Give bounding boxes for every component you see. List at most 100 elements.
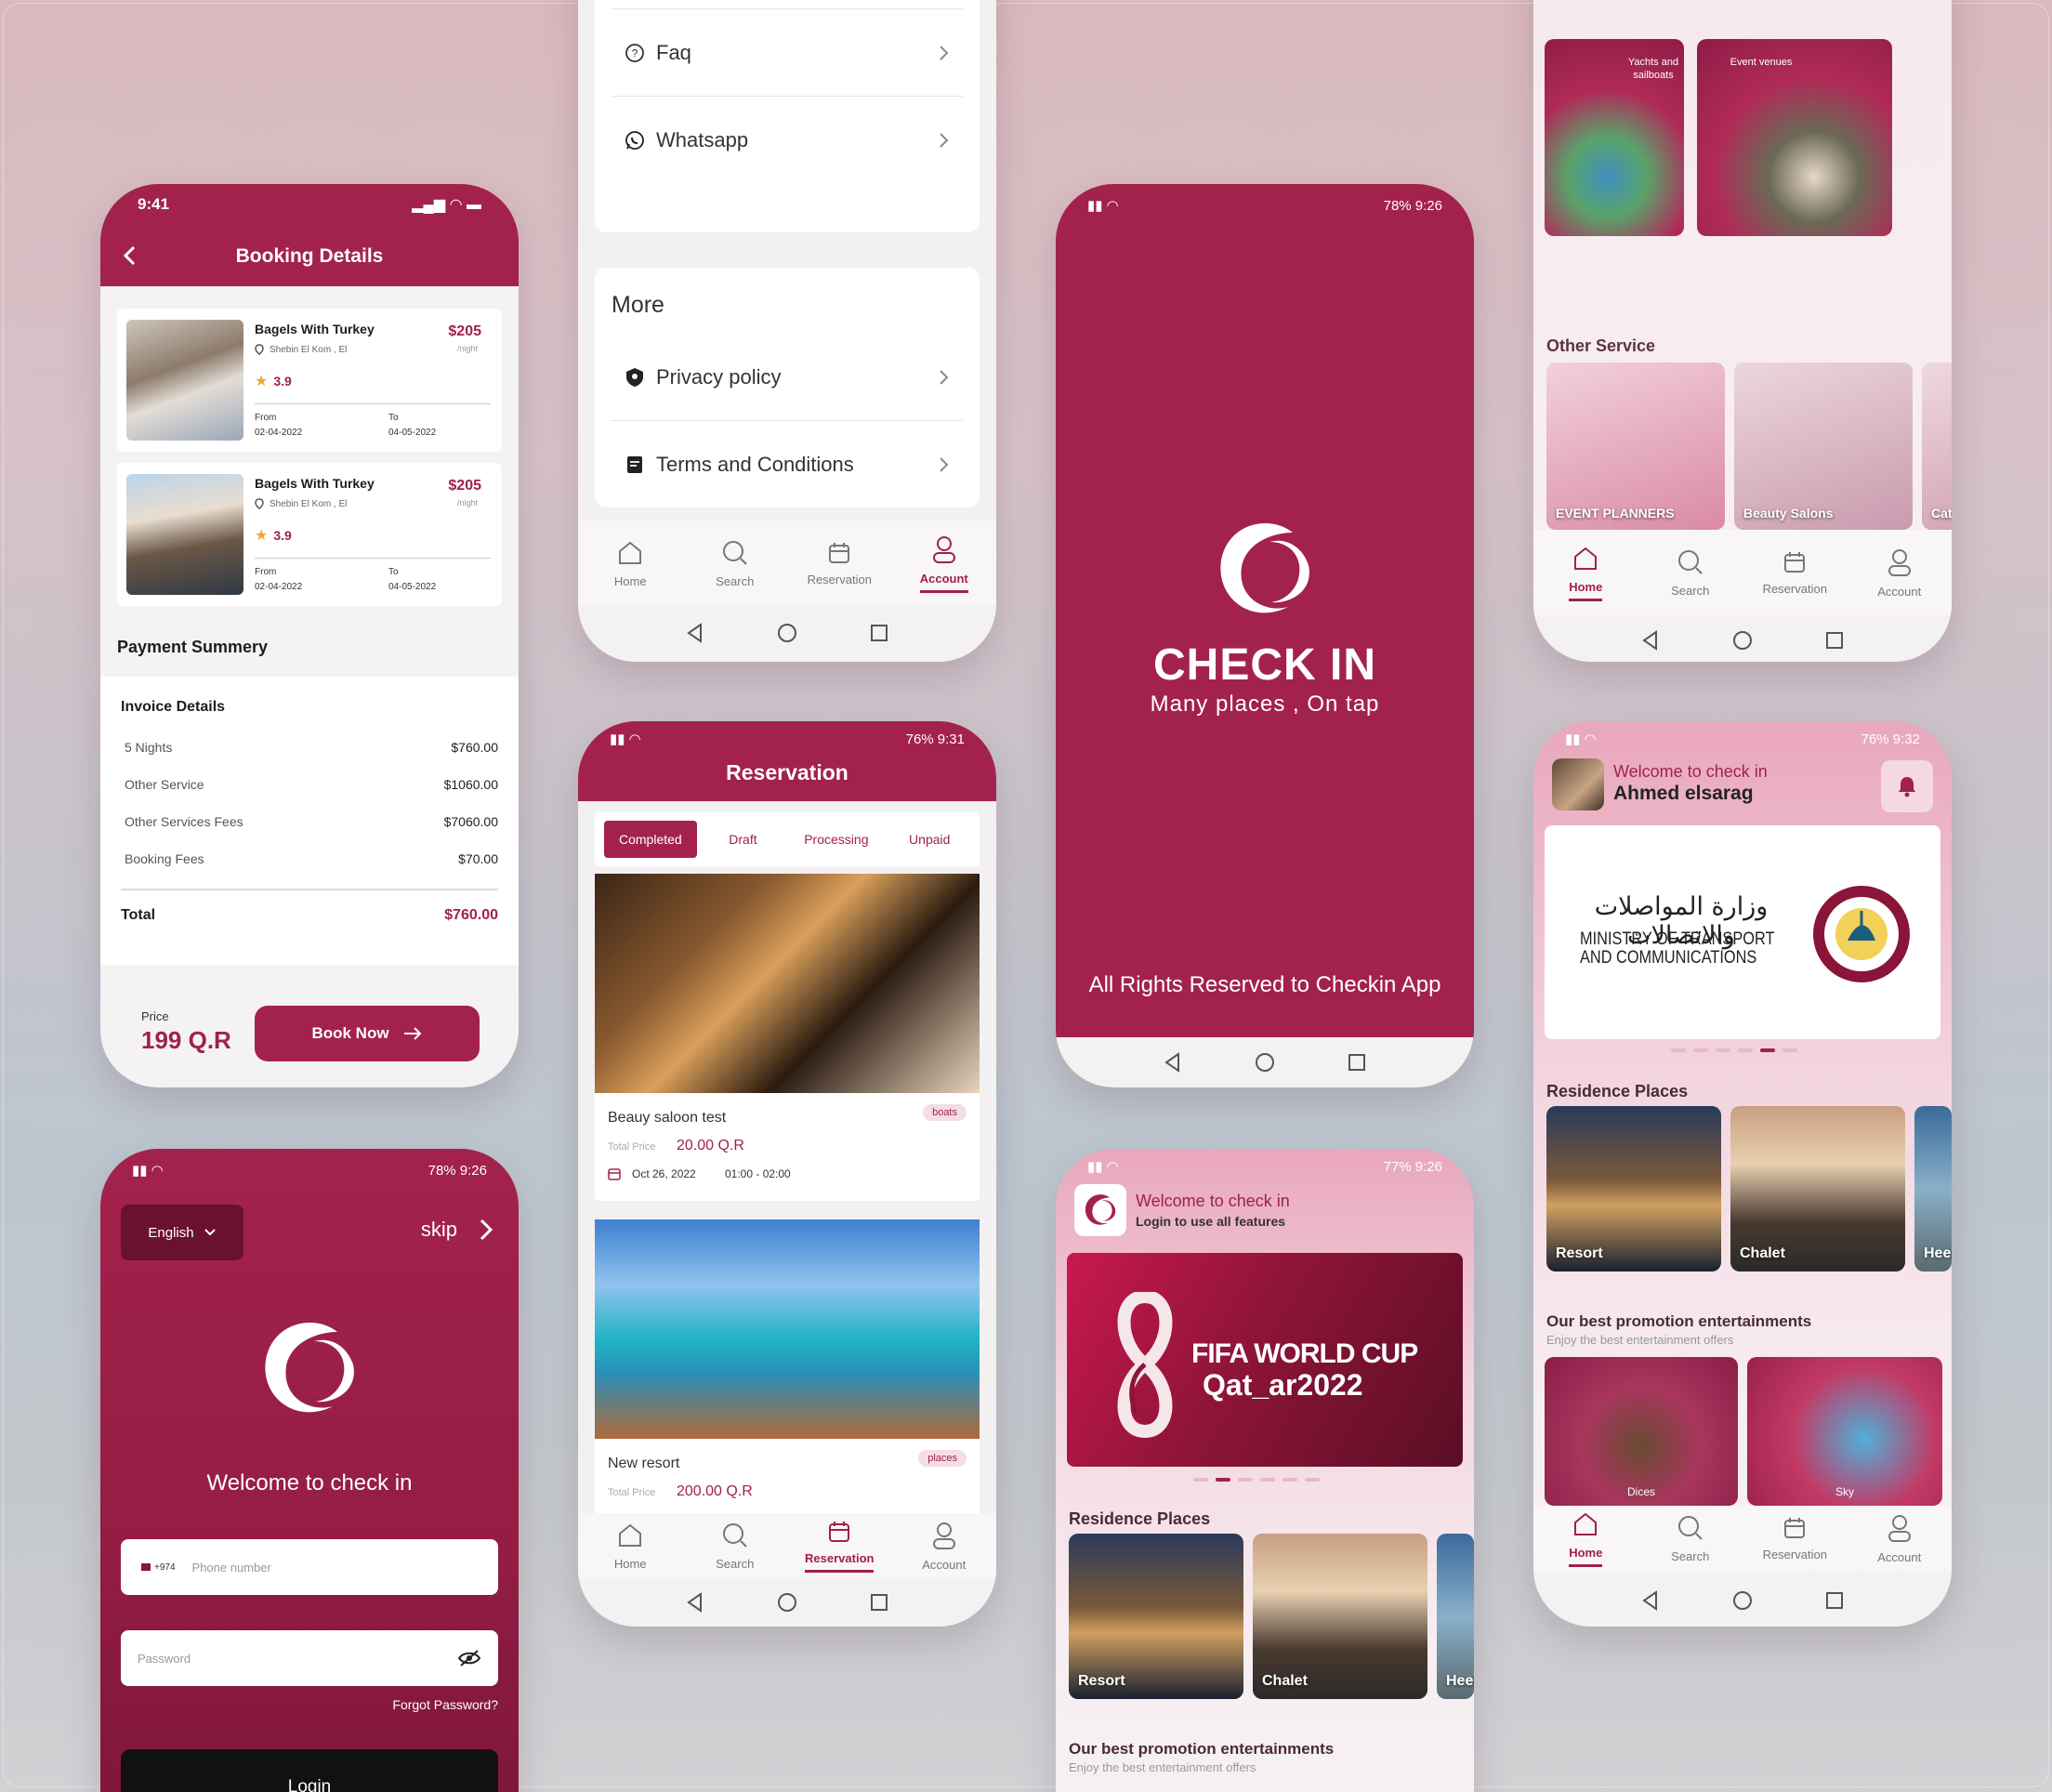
password-field[interactable]: Password [121,1630,498,1686]
notification-button[interactable] [1881,760,1933,812]
booking-price: $205 [448,478,481,494]
recents-nav-icon[interactable] [1825,631,1844,650]
tab-search[interactable]: Search [689,1522,782,1571]
search-icon [722,1522,747,1548]
eye-off-icon[interactable] [457,1649,481,1667]
tab-account[interactable]: Account [1853,1513,1946,1564]
tab-reservation[interactable]: Reservation [793,1520,886,1573]
filter-tabs: Completed Draft Processing Unpaid [595,812,980,866]
tab-account[interactable]: Account [1853,547,1946,599]
tab-search[interactable]: Search [689,539,782,588]
tab-home[interactable]: Home [584,1522,677,1571]
tab-reservation[interactable]: Reservation [793,541,886,586]
forgot-password-link[interactable]: Forgot Password? [392,1697,498,1712]
tab-label: Reservation [805,1551,875,1573]
home-nav-icon[interactable] [777,623,797,643]
promo-tile-label: Dices [1626,1485,1655,1498]
tab-search[interactable]: Search [1644,548,1737,598]
phone-field[interactable]: +974 Phone number [121,1539,498,1595]
filter-tab-unpaid[interactable]: Unpaid [888,821,970,858]
back-nav-icon[interactable] [1641,630,1660,651]
other-service-card[interactable]: EVENT PLANNERS [1546,362,1725,530]
ministry-banner[interactable]: وزارة المواصلات والاتصالات MINISTRY OF T… [1545,825,1940,1039]
back-nav-icon[interactable] [1641,1590,1660,1611]
book-now-button[interactable]: Book Now [255,1006,480,1061]
promo-sub: Enjoy the best entertainment offers [1069,1760,1256,1774]
status-signal: ▮▮ ◠ [610,731,641,747]
promo-tile[interactable]: Dices [1545,1357,1738,1506]
login-hint: Login to use all features [1136,1214,1286,1229]
invoice-line-value: $7060.00 [443,814,498,829]
place-card-resort[interactable]: Resort [1546,1106,1721,1272]
avatar[interactable] [1552,758,1604,810]
tab-reservation[interactable]: Reservation [1748,1516,1841,1561]
arrow-right-icon [403,1027,421,1040]
other-service-label: Cat [1931,506,1952,520]
tab-search[interactable]: Search [1644,1514,1737,1563]
place-card-heer[interactable]: Heer [1914,1106,1952,1272]
place-card-resort[interactable]: Resort [1069,1534,1243,1699]
search-icon [1677,1515,1703,1540]
menu-item-about-us[interactable]: About Us [612,0,963,9]
location-pin-icon [255,498,264,509]
tab-label: Account [1877,1549,1922,1564]
banner-line-1: FIFA WORLD CUP [1191,1338,1418,1369]
invoice-line-value: $1060.00 [443,777,498,792]
tab-home[interactable]: Home [584,539,677,588]
book-now-label: Book Now [311,1024,389,1042]
menu-item-privacy-policy[interactable]: Privacy policy [612,334,963,421]
tab-label: Search [1671,583,1710,598]
place-card-chalet[interactable]: Chalet [1253,1534,1427,1699]
place-card-chalet[interactable]: Chalet [1730,1106,1905,1272]
skip-button[interactable]: skip [421,1218,493,1242]
home-nav-icon[interactable] [1732,1590,1753,1611]
home-nav-icon[interactable] [1732,630,1753,651]
system-nav [1533,1575,1952,1627]
booking-card[interactable]: Bagels With Turkey Shebin El Kom , El $2… [117,309,502,452]
filter-tab-completed[interactable]: Completed [604,821,697,858]
rights-text: All Rights Reserved to Checkin App [1088,972,1441,997]
filter-tab-processing[interactable]: Processing [789,821,883,858]
tab-reservation[interactable]: Reservation [1748,550,1841,596]
back-nav-icon[interactable] [1164,1052,1182,1073]
menu-item-label: Terms and Conditions [656,453,854,476]
info-card: About Us ? Faq Whatsapp [595,0,980,232]
login-screen: ▮▮ ◠ 78% 9:26 English skip Welcome to ch… [100,1149,519,1792]
tab-home[interactable]: Home [1539,545,1632,601]
service-tile[interactable]: Event venues [1697,39,1892,236]
ministry-seal-icon [1813,886,1910,982]
filter-tab-draft[interactable]: Draft [703,821,784,858]
reservation-card[interactable]: Beauy saloon test boats Total Price 20.0… [595,874,980,1201]
other-service-card[interactable]: Beauty Salons [1734,362,1913,530]
promo-tile[interactable]: Sky [1747,1357,1942,1506]
reservation-title: New resort [608,1456,680,1471]
tab-account[interactable]: Account [898,534,991,593]
from-date: 02-04-2022 [255,582,303,592]
recents-nav-icon[interactable] [1825,1591,1844,1610]
recents-nav-icon[interactable] [870,624,888,642]
residence-title: Residence Places [1546,1082,1689,1100]
tab-account[interactable]: Account [898,1521,991,1572]
tab-label: Search [1671,1548,1710,1563]
reservation-card[interactable]: New resort places Total Price 200.00 Q.R [595,1219,980,1517]
menu-item-faq[interactable]: ? Faq [612,9,963,97]
back-nav-icon[interactable] [686,1592,704,1613]
language-select[interactable]: English [121,1205,243,1260]
tab-home[interactable]: Home [1539,1510,1632,1567]
booking-card[interactable]: Bagels With Turkey Shebin El Kom , El $2… [117,463,502,606]
invoice-line: Other Services Fees $7060.00 [121,803,498,840]
home-nav-icon[interactable] [777,1592,797,1613]
back-nav-icon[interactable] [686,623,704,643]
tab-label: Search [716,573,755,588]
place-card-heer[interactable]: Heer [1437,1534,1474,1699]
service-tile[interactable]: Yachts and sailboats [1545,39,1684,236]
promo-banner[interactable]: FIFA WORLD CUP Qat_ar2022 [1067,1253,1463,1467]
recents-nav-icon[interactable] [1348,1053,1366,1072]
login-button[interactable]: Login [121,1749,498,1792]
other-service-card[interactable]: Cat [1922,362,1952,530]
recents-nav-icon[interactable] [870,1593,888,1612]
home-nav-icon[interactable] [1255,1052,1275,1073]
menu-item-terms-and-conditions[interactable]: Terms and Conditions [612,421,963,508]
menu-item-whatsapp[interactable]: Whatsapp [612,97,963,184]
place-label: Resort [1556,1245,1603,1261]
